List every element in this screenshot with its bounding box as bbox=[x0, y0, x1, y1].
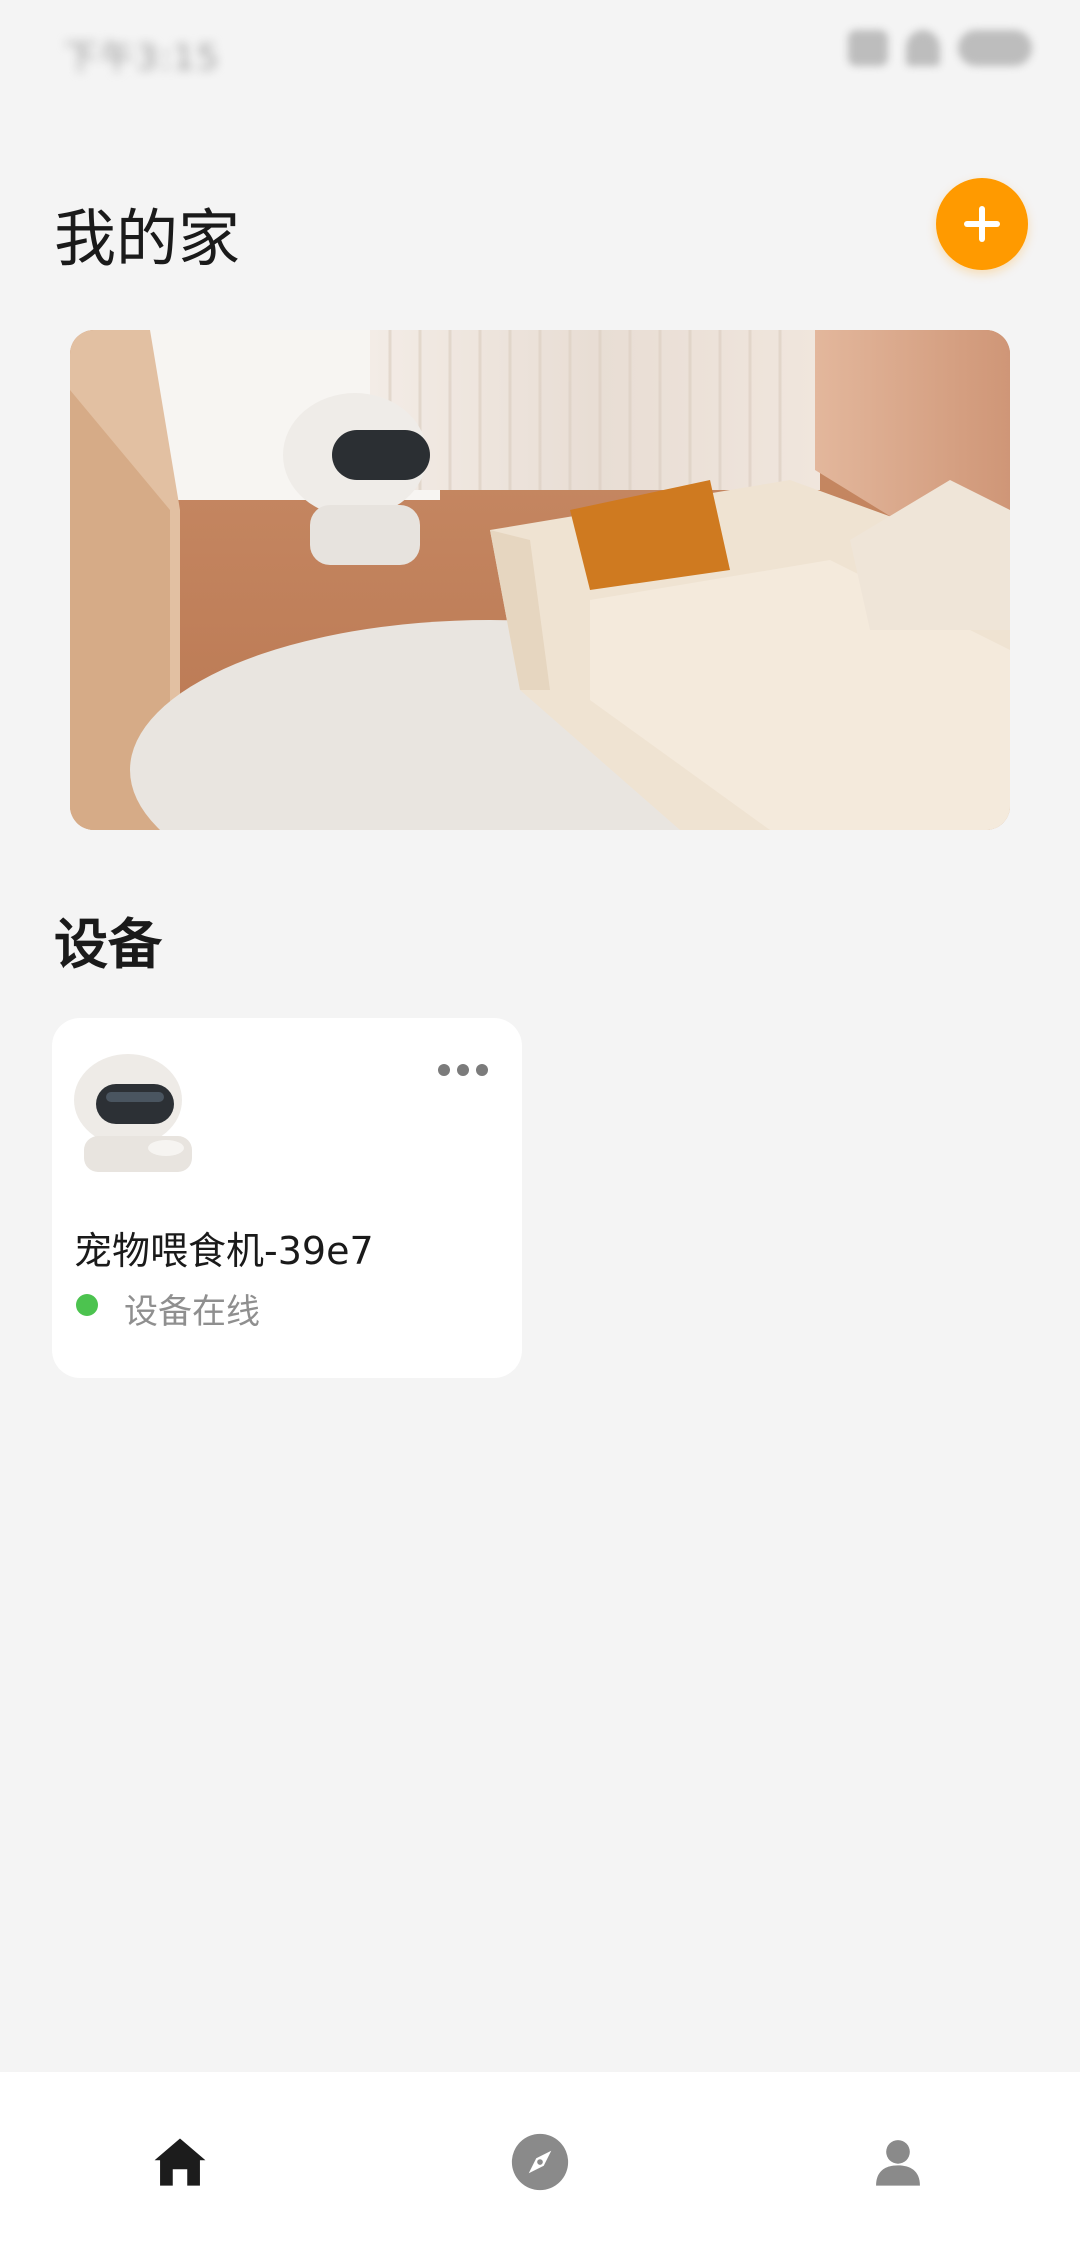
user-icon bbox=[876, 2140, 920, 2186]
device-card[interactable]: 宠物喂食机-39e7 设备在线 bbox=[52, 1018, 522, 1378]
more-icon[interactable] bbox=[438, 1058, 494, 1082]
online-status-dot bbox=[76, 1294, 98, 1316]
status-bar: 下午3:15 bbox=[0, 0, 1080, 110]
nav-explore[interactable] bbox=[508, 2130, 572, 2194]
page-title: 我的家 bbox=[54, 202, 241, 275]
pet-feeder-thumbnail bbox=[74, 1054, 192, 1172]
home-banner-image bbox=[70, 330, 1010, 830]
add-device-button[interactable] bbox=[936, 178, 1028, 270]
device-name: 宠物喂食机-39e7 bbox=[74, 1229, 374, 1273]
bottom-nav bbox=[0, 2072, 1080, 2248]
home-icon bbox=[154, 2138, 206, 2186]
devices-section-title: 设备 bbox=[54, 913, 162, 976]
device-status: 设备在线 bbox=[124, 1292, 260, 1332]
plus-icon bbox=[964, 206, 1000, 242]
wifi-icon bbox=[906, 30, 940, 66]
compass-icon bbox=[511, 2133, 569, 2191]
status-time: 下午3:15 bbox=[64, 38, 221, 78]
nav-profile[interactable] bbox=[866, 2130, 930, 2194]
sim-icon bbox=[848, 30, 888, 66]
nav-home[interactable] bbox=[148, 2130, 212, 2194]
battery-icon bbox=[958, 30, 1032, 66]
status-icons bbox=[848, 30, 1032, 66]
